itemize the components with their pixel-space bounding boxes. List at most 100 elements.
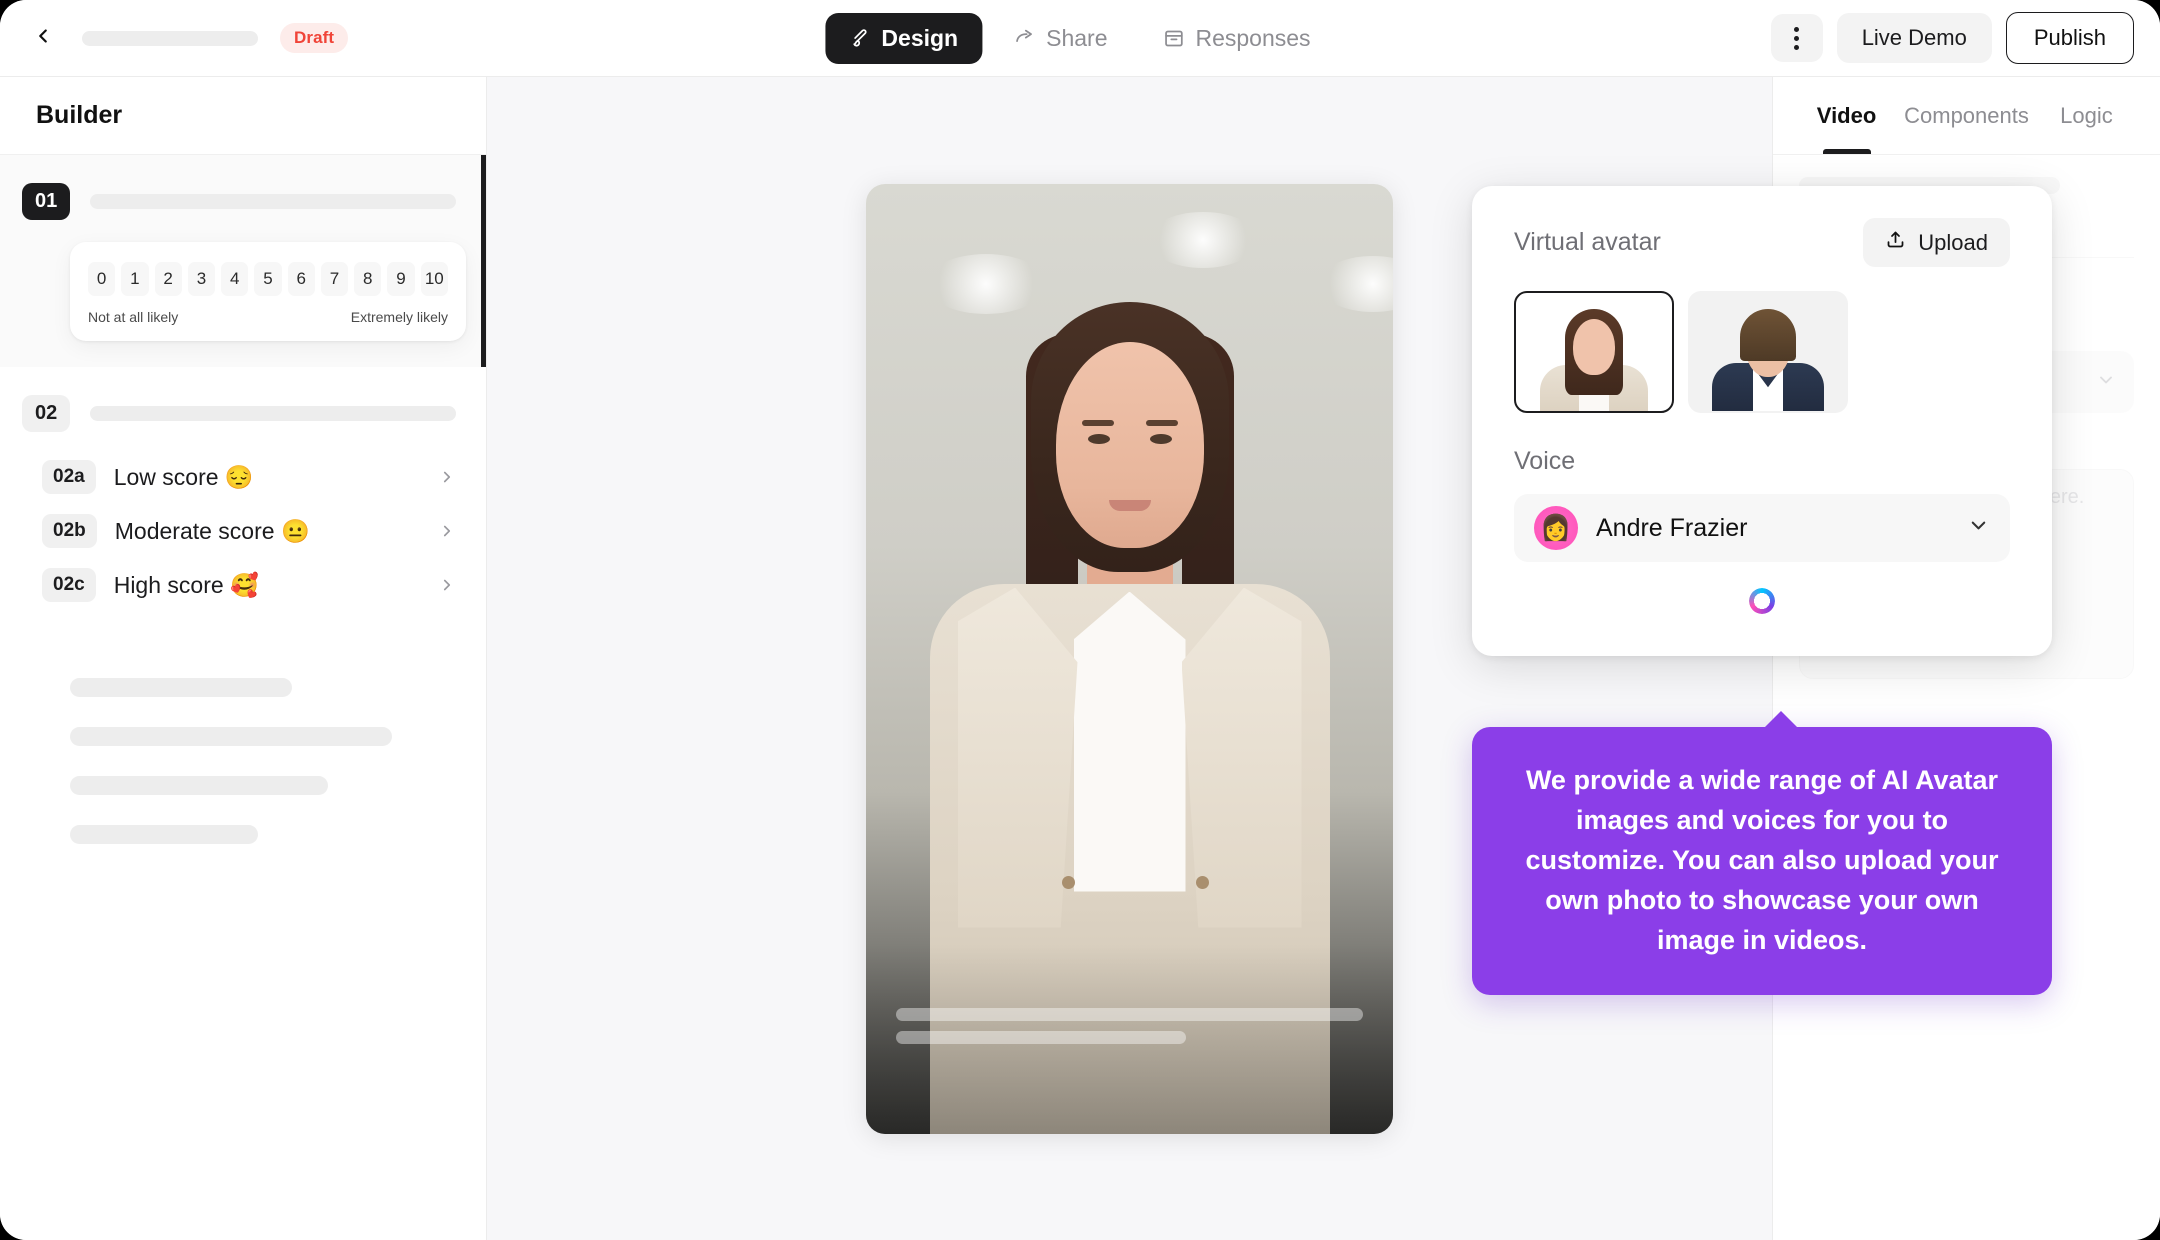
inbox-icon [1163, 28, 1184, 49]
live-demo-button[interactable]: Live Demo [1836, 13, 1992, 63]
sidebar-item-high-score[interactable]: 02c High score 🥰 [0, 558, 486, 612]
upload-button-label: Upload [1918, 229, 1988, 255]
virtual-avatar-popover: Virtual avatar Upload Voice 👩 Andre Fraz… [1472, 186, 2052, 656]
ceiling-light [1318, 255, 1393, 312]
onboarding-tooltip: We provide a wide range of AI Avatar ima… [1472, 711, 2052, 995]
builder-sidebar: Builder 01 0 1 2 3 4 5 6 7 8 9 10 Not at… [0, 77, 487, 1240]
voice-select[interactable]: 👩 Andre Frazier [1514, 494, 2010, 562]
app-window: Draft Design Share Responses Live Demo P… [0, 0, 2160, 1240]
avatar-shirt [1073, 591, 1186, 892]
chevron-down-icon [1967, 514, 1990, 542]
sub-step-badge: 02c [42, 568, 96, 602]
avatar-option-female[interactable] [1514, 291, 1674, 413]
nps-left-label: Not at all likely [88, 309, 179, 325]
sidebar-item-moderate-score[interactable]: 02b Moderate score 😐 [0, 504, 486, 558]
chevron-right-icon [438, 468, 456, 486]
step-02-badge: 02 [22, 395, 71, 432]
coat-button [1196, 875, 1209, 889]
step-01-block[interactable]: 01 0 1 2 3 4 5 6 7 8 9 10 Not at all lik… [0, 155, 486, 367]
sub-step-label: High score 🥰 [113, 571, 259, 598]
back-button[interactable] [26, 21, 60, 55]
avatar-thumb-hair [1740, 309, 1796, 361]
publish-button[interactable]: Publish [2005, 12, 2134, 64]
more-options-button[interactable] [1770, 14, 1823, 62]
popover-header: Virtual avatar Upload [1514, 218, 2010, 267]
nps-key[interactable]: 3 [187, 262, 216, 296]
tab-components[interactable]: Components [1904, 77, 2029, 154]
skeleton-bar [70, 727, 392, 746]
nps-key[interactable]: 0 [88, 262, 116, 296]
chevron-right-icon [438, 522, 456, 540]
upload-button[interactable]: Upload [1863, 218, 2010, 267]
tab-responses-label: Responses [1195, 24, 1311, 51]
nps-scale: 0 1 2 3 4 5 6 7 8 9 10 [88, 262, 448, 296]
tab-video[interactable]: Video [1789, 77, 1904, 154]
sidebar-skeleton-list [0, 638, 486, 844]
ceiling-light [926, 253, 1046, 314]
avatar-thumb-face [1573, 319, 1615, 375]
sub-step-label: Low score 😔 [113, 463, 254, 490]
avatar: 👩 [1534, 506, 1578, 550]
sub-step-badge: 02a [42, 460, 96, 494]
step-02-sub-items: 02a Low score 😔 02b Moderate score 😐 02c… [0, 450, 486, 612]
nps-right-label: Extremely likely [350, 309, 448, 325]
selected-step-indicator [481, 155, 486, 367]
topbar-left-group: Draft [0, 21, 349, 55]
nps-key[interactable]: 9 [387, 262, 415, 296]
topbar-right-group: Live Demo Publish [1770, 12, 2160, 64]
vertical-dots-icon [1794, 26, 1800, 50]
nps-key[interactable]: 7 [320, 262, 349, 296]
nps-key[interactable]: 8 [354, 262, 382, 296]
sidebar-steps: 01 0 1 2 3 4 5 6 7 8 9 10 Not at all lik… [0, 155, 486, 844]
nps-key[interactable]: 6 [287, 262, 315, 296]
nps-key[interactable]: 10 [420, 262, 448, 296]
nps-endpoint-labels: Not at all likely Extremely likely [88, 309, 448, 325]
step-01-title-skeleton [90, 194, 456, 209]
tab-share[interactable]: Share [990, 13, 1131, 64]
main-nav-tabs: Design Share Responses [825, 12, 1334, 64]
nps-key[interactable]: 4 [221, 262, 249, 296]
nps-key[interactable]: 5 [254, 262, 282, 296]
preview-question-skeleton [896, 1007, 1363, 1044]
step-02-row: 02 [0, 395, 486, 432]
sidebar-item-low-score[interactable]: 02a Low score 😔 [0, 450, 486, 504]
nps-key[interactable]: 2 [154, 262, 182, 296]
tab-responses[interactable]: Responses [1139, 13, 1334, 64]
tab-share-label: Share [1046, 24, 1108, 51]
voice-selected-name: Andre Frazier [1596, 513, 1748, 542]
skeleton-bar [70, 825, 258, 844]
avatar-thumbnail-grid [1514, 291, 2010, 413]
avatar-eye-right [1149, 433, 1172, 444]
nps-key[interactable]: 1 [121, 262, 149, 296]
skeleton-bar [70, 776, 328, 795]
brush-icon [849, 28, 870, 49]
avatar-brow-right [1145, 419, 1178, 426]
upload-icon [1885, 229, 1906, 256]
avatar-face [1055, 341, 1204, 548]
step-02-title-skeleton [90, 406, 456, 421]
form-title-skeleton [82, 30, 258, 46]
sidebar-title: Builder [0, 77, 486, 155]
tab-design[interactable]: Design [825, 12, 983, 64]
nps-preview-card: 0 1 2 3 4 5 6 7 8 9 10 Not at all likely [70, 242, 466, 341]
coat-button [1062, 875, 1075, 889]
right-panel-tabs: Video Components Logic [1773, 77, 2160, 155]
tab-logic[interactable]: Logic [2029, 77, 2144, 154]
share-arrow-icon [1014, 28, 1035, 49]
virtual-avatar-label: Virtual avatar [1514, 228, 1661, 256]
chevron-down-icon [2096, 370, 2116, 395]
tab-design-label: Design [881, 24, 959, 51]
video-preview[interactable]: 0 1 2 3 4 5 6 7 8 9 10 [866, 183, 1393, 1134]
chevron-right-icon [438, 576, 456, 594]
status-badge: Draft [280, 23, 349, 53]
ceiling-light [1148, 211, 1258, 268]
skeleton-bar [70, 678, 292, 697]
avatar-brow-left [1081, 419, 1114, 426]
avatar-mouth [1108, 499, 1151, 511]
avatar-option-male[interactable] [1688, 291, 1848, 413]
sub-step-label: Moderate score 😐 [114, 517, 310, 544]
step-02-block[interactable]: 02 02a Low score 😔 02b Moderate score 😐 [0, 367, 486, 638]
step-01-row: 01 [0, 183, 486, 220]
voice-label: Voice [1514, 447, 1576, 475]
chevron-left-icon [32, 25, 54, 52]
